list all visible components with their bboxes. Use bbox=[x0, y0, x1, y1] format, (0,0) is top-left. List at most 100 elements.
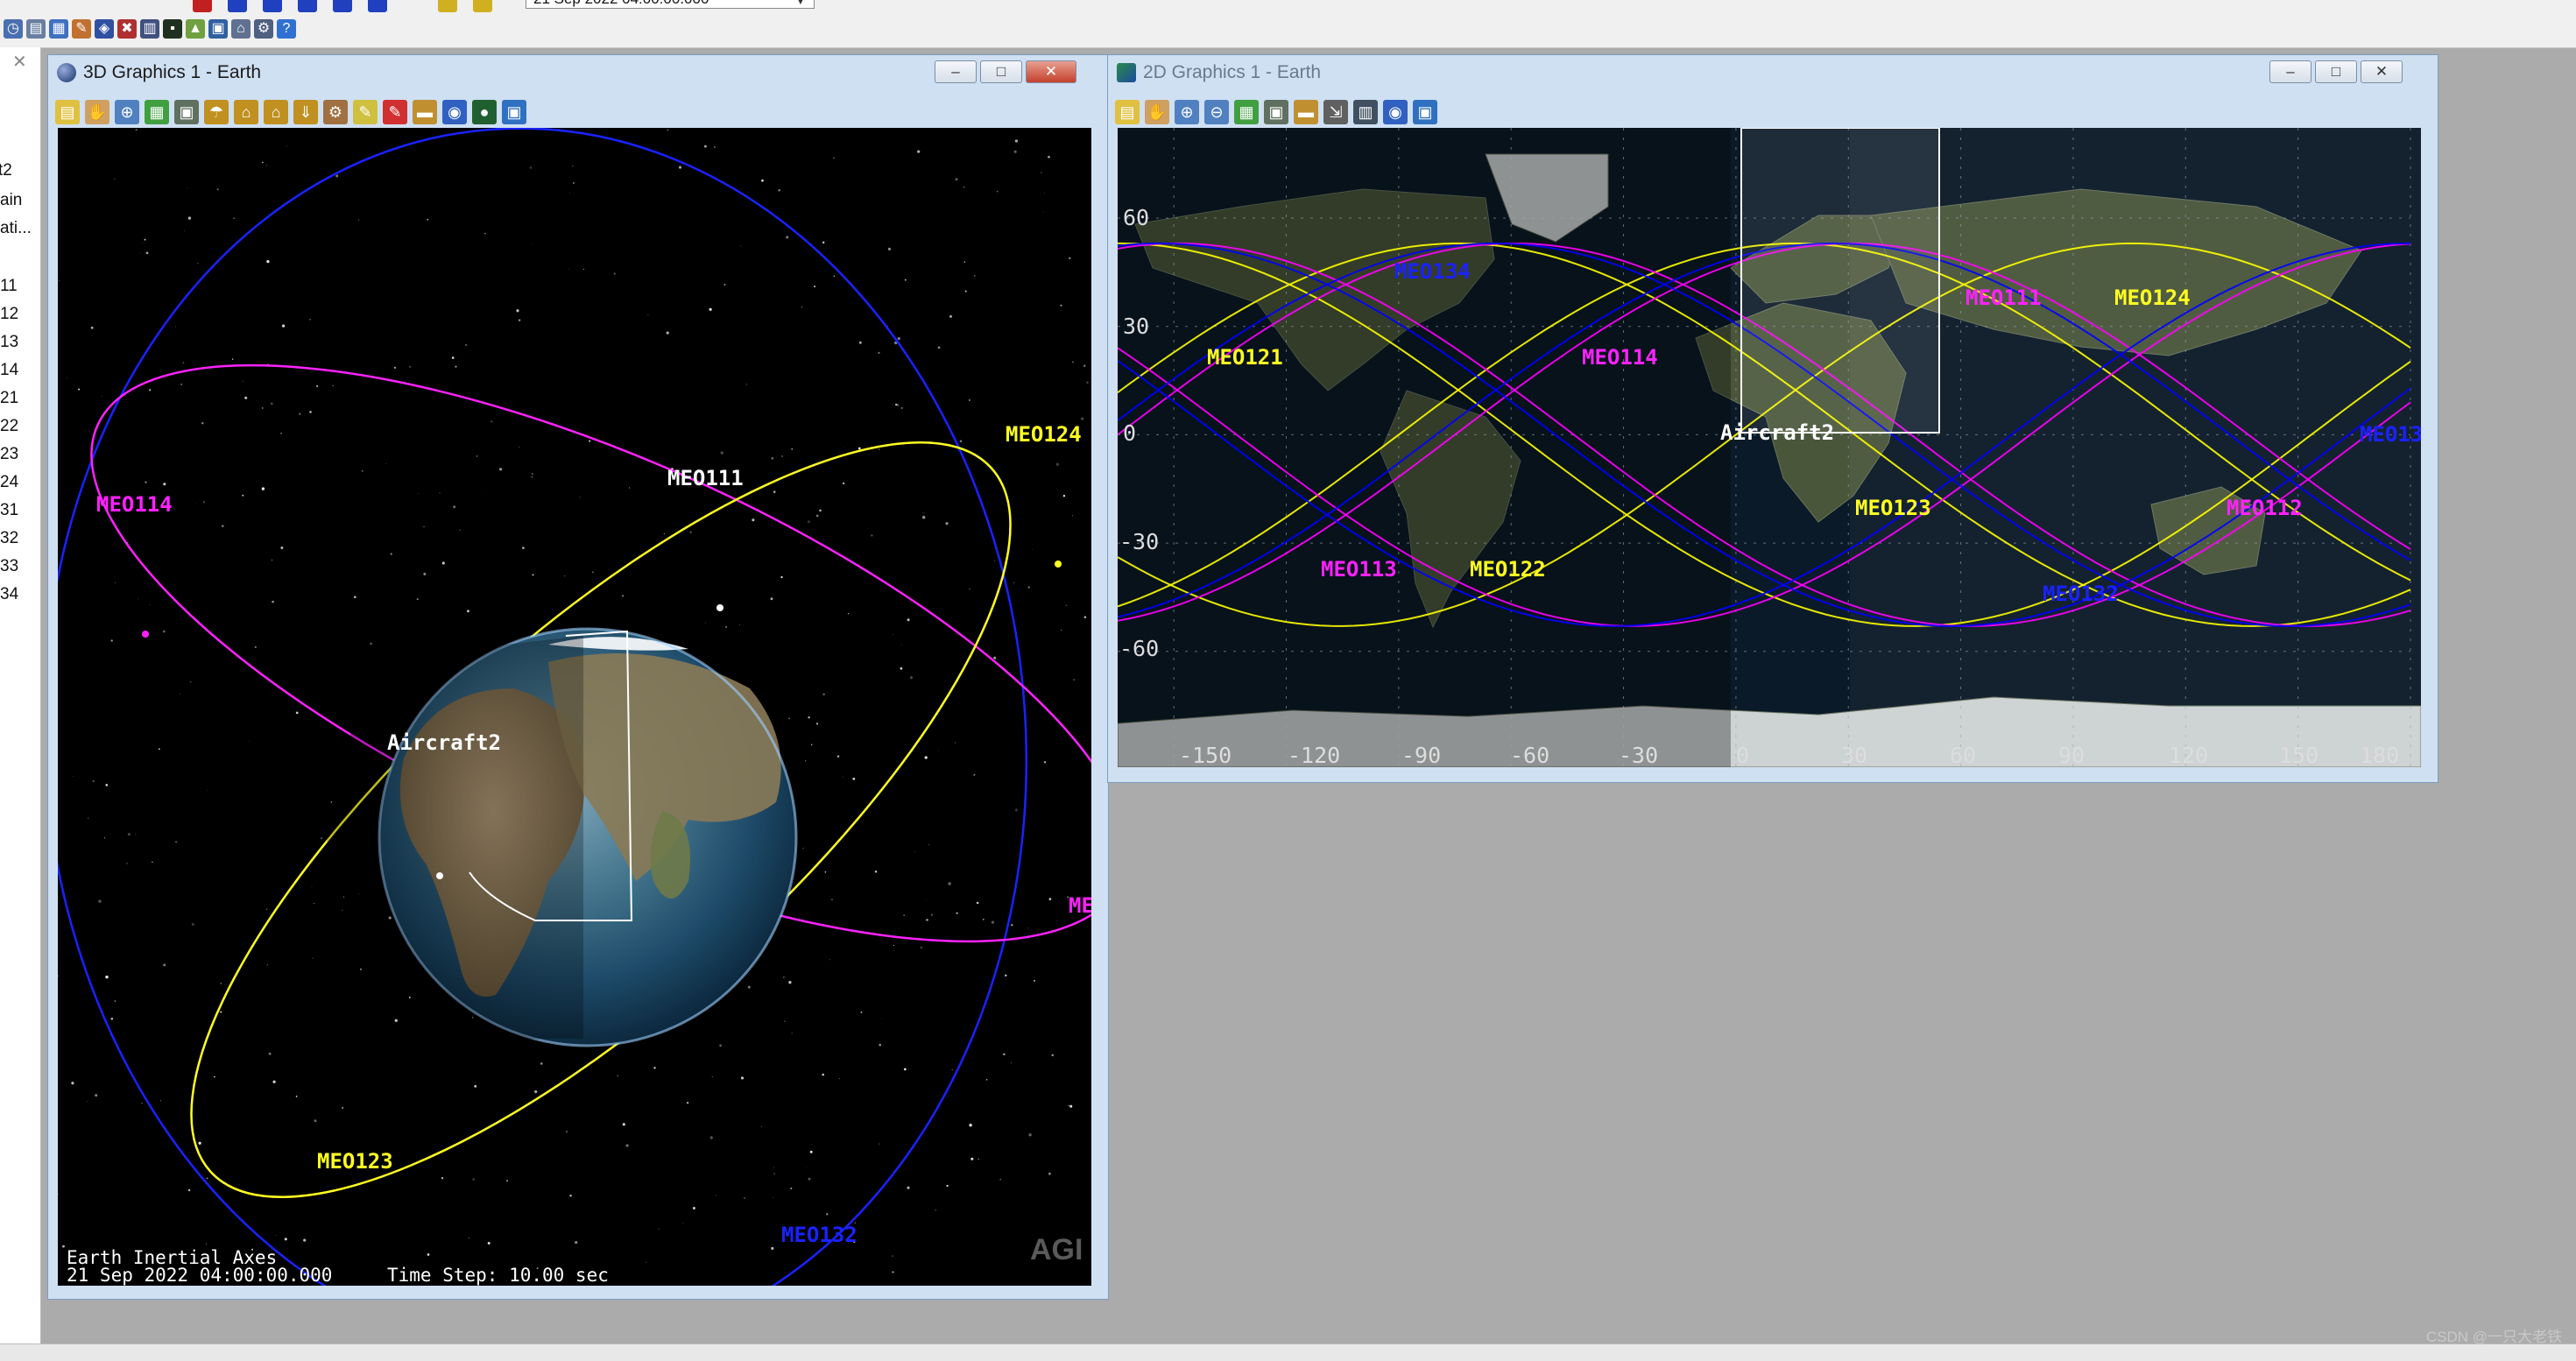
tree-item[interactable]: 13 bbox=[0, 333, 18, 352]
label-meo121[interactable]: MEO121 bbox=[1207, 345, 1283, 370]
maximize-button[interactable]: □ bbox=[980, 60, 1022, 83]
tree-item[interactable]: 32 bbox=[0, 529, 18, 548]
toolbar-icon-b[interactable] bbox=[228, 0, 247, 12]
minimize-button[interactable]: – bbox=[2269, 60, 2311, 83]
save-icon[interactable]: ▣ bbox=[208, 19, 228, 39]
toolbar-icon-c[interactable] bbox=[263, 0, 282, 12]
orient-icon[interactable]: ⇓ bbox=[293, 100, 318, 124]
animation-date-field[interactable]: 21 Sep 2022 04:00:00.000 bbox=[526, 0, 815, 9]
toolbar-icon-e[interactable] bbox=[333, 0, 352, 12]
view-icon[interactable]: ▦ bbox=[1234, 100, 1259, 124]
pencil-icon[interactable]: ✎ bbox=[353, 100, 378, 124]
ruler-icon[interactable]: ▬ bbox=[1294, 100, 1318, 124]
label-aircraft2[interactable]: Aircraft2 bbox=[387, 730, 501, 755]
tree-item[interactable]: 14 bbox=[0, 361, 18, 380]
measure-icon[interactable]: ⚙ bbox=[323, 100, 348, 124]
label-meo132[interactable]: MEO132 bbox=[781, 1223, 857, 1247]
tree-item[interactable]: 24 bbox=[0, 473, 18, 492]
earth-icon[interactable]: ● bbox=[472, 100, 497, 124]
clock-icon[interactable]: ◷ bbox=[4, 19, 23, 39]
pan-icon[interactable]: ✋ bbox=[85, 100, 109, 124]
globe-settings-icon[interactable]: ◉ bbox=[442, 100, 467, 124]
label-meo124[interactable]: MEO124 bbox=[1006, 422, 1082, 447]
tree-item[interactable]: 21 bbox=[0, 389, 18, 408]
tree-item[interactable]: 23 bbox=[0, 445, 18, 464]
star bbox=[566, 1131, 568, 1133]
tree-item[interactable]: 22 bbox=[0, 417, 18, 436]
ruler-icon[interactable]: ▬ bbox=[413, 100, 437, 124]
star bbox=[59, 279, 60, 281]
tools-icon[interactable]: ✖ bbox=[117, 19, 137, 39]
home-view-2-icon[interactable]: ⌂ bbox=[264, 100, 288, 124]
report-icon[interactable]: ▤ bbox=[26, 19, 46, 39]
help-icon[interactable]: ? bbox=[277, 19, 296, 39]
titlebar[interactable]: 2D Graphics 1 - Earth – □ ✕ bbox=[1108, 55, 2438, 88]
globe-map-icon[interactable]: ◈ bbox=[95, 19, 114, 39]
properties-icon[interactable]: ▤ bbox=[1115, 100, 1140, 124]
home-view-icon[interactable]: ⌂ bbox=[234, 100, 258, 124]
snapshot-icon[interactable]: ▣ bbox=[174, 100, 199, 124]
label-meo123[interactable]: MEO123 bbox=[317, 1149, 393, 1174]
maximize-button[interactable]: □ bbox=[2315, 60, 2357, 83]
window-icon[interactable]: ▣ bbox=[502, 100, 526, 124]
label-meo134[interactable]: MEO134 bbox=[1394, 259, 1471, 284]
close-icon[interactable]: ✕ bbox=[12, 51, 27, 73]
window-icon[interactable]: ▣ bbox=[1413, 100, 1437, 124]
settings-icon[interactable]: ⚙ bbox=[254, 19, 273, 39]
tree-item[interactable]: 31 bbox=[0, 501, 18, 520]
building-icon[interactable]: ⌂ bbox=[231, 19, 251, 39]
label-meo114[interactable]: MEO114 bbox=[1582, 345, 1658, 370]
3d-viewport[interactable]: MEO111 MEO124 MEO114 Aircraft2 MEO123 ME… bbox=[58, 128, 1091, 1286]
pan-icon[interactable]: ✋ bbox=[1145, 100, 1169, 124]
tree-item[interactable]: 34 bbox=[0, 585, 18, 604]
tree-item[interactable]: ati... bbox=[0, 219, 32, 238]
tree-item[interactable]: 11 bbox=[0, 277, 18, 296]
label-meo124[interactable]: MEO124 bbox=[2114, 286, 2191, 310]
edit-icon[interactable]: ✎ bbox=[72, 19, 91, 39]
tree-item[interactable]: 12 bbox=[0, 305, 18, 324]
layers-icon[interactable]: ▥ bbox=[1353, 100, 1378, 124]
tree-item[interactable]: 33 bbox=[0, 557, 18, 576]
label-meo112[interactable]: MEO112 bbox=[2227, 496, 2303, 520]
chevron-down-icon[interactable]: ▼ bbox=[795, 0, 806, 7]
label-meo123[interactable]: MEO123 bbox=[1855, 496, 1931, 520]
toolbar-icon-d[interactable] bbox=[298, 0, 317, 12]
zoom-in-icon[interactable]: ⊕ bbox=[1175, 100, 1199, 124]
terminal-icon[interactable]: ▪ bbox=[163, 19, 182, 39]
label-meo111[interactable]: MEO111 bbox=[667, 466, 744, 490]
map-icon[interactable]: ▦ bbox=[49, 19, 68, 39]
titlebar[interactable]: 3D Graphics 1 - Earth – □ ✕ bbox=[48, 55, 1108, 88]
properties-icon[interactable]: ▤ bbox=[55, 100, 80, 124]
tree-item[interactable]: ain bbox=[0, 191, 22, 210]
close-button[interactable]: ✕ bbox=[2361, 60, 2403, 83]
zoom-out-icon[interactable]: ⊖ bbox=[1204, 100, 1229, 124]
chart-icon[interactable]: ▲ bbox=[186, 19, 205, 39]
2d-map-viewport[interactable]: 60 30 0 -30 -60 -150 -120 -90 -60 -30 0 … bbox=[1118, 128, 2421, 767]
label-meo122[interactable]: MEO122 bbox=[1470, 557, 1546, 582]
label-meo132[interactable]: MEO132 bbox=[2043, 582, 2119, 606]
red-pencil-icon[interactable]: ✎ bbox=[383, 100, 407, 124]
table-icon[interactable]: ▥ bbox=[140, 19, 159, 39]
label-meo113[interactable]: MEO113 bbox=[1321, 557, 1397, 582]
snapshot-icon[interactable]: ▣ bbox=[1264, 100, 1288, 124]
label-meo13-edge[interactable]: MEO13 bbox=[2360, 422, 2421, 447]
scale-icon[interactable]: ⇲ bbox=[1323, 100, 1348, 124]
label-meo111[interactable]: MEO111 bbox=[1966, 286, 2042, 310]
label-aircraft2[interactable]: Aircraft2 bbox=[1720, 420, 1834, 445]
star bbox=[858, 448, 861, 450]
toolbar-icon-a[interactable] bbox=[193, 0, 212, 12]
view-from-icon[interactable]: ☂ bbox=[204, 100, 229, 124]
close-button[interactable]: ✕ bbox=[1026, 60, 1076, 83]
label-meo114[interactable]: MEO114 bbox=[96, 492, 173, 517]
view-icon[interactable]: ▦ bbox=[145, 100, 169, 124]
globe-settings-icon[interactable]: ◉ bbox=[1383, 100, 1408, 124]
label-meo-edge[interactable]: ME bbox=[1069, 893, 1091, 918]
star bbox=[1048, 1173, 1051, 1175]
tree-item[interactable]: t2 bbox=[0, 161, 12, 180]
zoom-icon[interactable]: ⊕ bbox=[115, 100, 139, 124]
minimize-button[interactable]: – bbox=[935, 60, 977, 83]
toolbar-icon-h[interactable] bbox=[473, 0, 492, 12]
toolbar-icon-g[interactable] bbox=[438, 0, 457, 12]
toolbar-icon-f[interactable] bbox=[368, 0, 387, 12]
star bbox=[721, 451, 723, 454]
